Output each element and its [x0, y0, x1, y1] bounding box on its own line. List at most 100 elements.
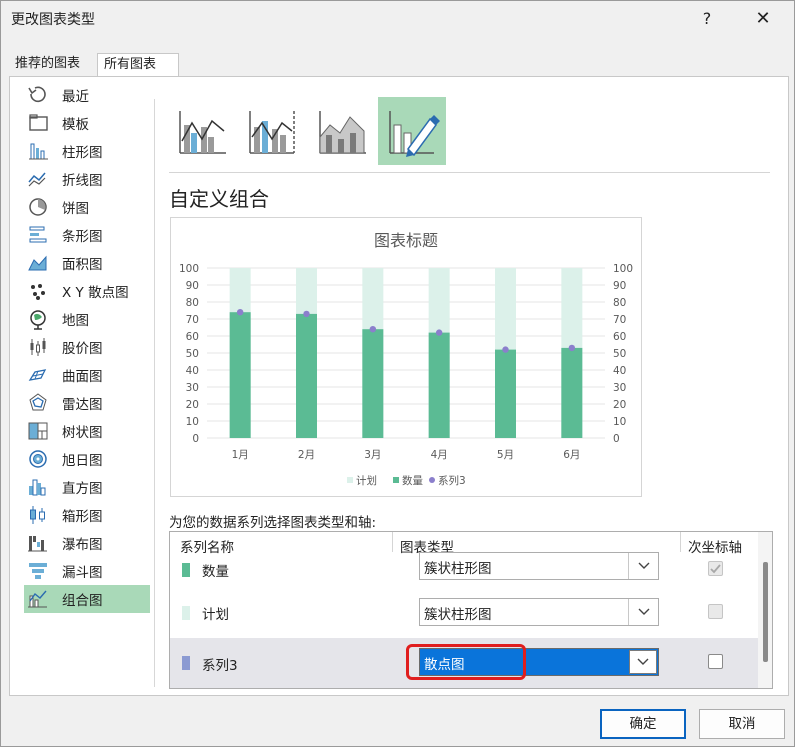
sidebar-item-column-chart[interactable]: 柱形图: [24, 137, 150, 165]
sidebar-item-radar-chart[interactable]: 雷达图: [24, 389, 150, 417]
sidebar-item-label: 模板: [62, 117, 89, 133]
y-tick-label: 70: [186, 314, 199, 326]
sidebar-item-recent[interactable]: 最近: [24, 81, 150, 109]
chart-type-dropdown[interactable]: 簇状柱形图: [419, 552, 659, 580]
sidebar-item-map-chart[interactable]: 地图: [24, 305, 150, 333]
column-chart-icon: [26, 140, 50, 162]
x-tick-label: 5月: [497, 449, 514, 461]
dialog-title: 更改图表类型: [11, 12, 95, 28]
chart-title: 图表标题: [374, 231, 438, 250]
sidebar-item-label: 树状图: [62, 425, 103, 441]
sidebar-item-treemap-chart[interactable]: 树状图: [24, 417, 150, 445]
bar-chart-icon: [26, 224, 50, 246]
secondary-y-tick-label: 0: [613, 433, 620, 445]
change-chart-type-dialog: 更改图表类型 ? ✕ 推荐的图表 所有图表 最近模板柱形图折线图饼图 条形图 面积图…: [0, 0, 795, 747]
x-tick-label: 6月: [563, 449, 580, 461]
dropdown-button[interactable]: [628, 553, 658, 579]
legend-marker: [429, 477, 435, 483]
section-rule: [169, 172, 770, 173]
bar-quantity: [362, 329, 384, 438]
sidebar-item-bar-chart[interactable]: 条形图: [24, 221, 150, 249]
y-tick-label: 80: [186, 297, 199, 309]
sidebar-item-box-whisker-chart[interactable]: 箱形图: [24, 501, 150, 529]
stacked-area-clustered-column-icon: [319, 111, 366, 154]
box-whisker-chart-icon: [26, 504, 50, 526]
chart-type-dropdown[interactable]: 簇状柱形图: [419, 598, 659, 626]
y-tick-label: 60: [186, 331, 199, 343]
subtype-clustered-column-line-secondary-axis[interactable]: [238, 97, 306, 165]
sidebar-item-sunburst-chart[interactable]: 旭日图: [24, 445, 150, 473]
y-tick-label: 20: [186, 399, 199, 411]
dropdown-button[interactable]: [628, 599, 658, 625]
scrollbar-thumb[interactable]: [763, 562, 768, 662]
y-tick-label: 10: [186, 416, 199, 428]
secondary-axis-checkbox[interactable]: [708, 561, 723, 576]
sidebar-item-label: 漏斗图: [62, 565, 103, 581]
secondary-y-tick-label: 10: [613, 416, 626, 428]
sidebar-item-scatter-chart[interactable]: X Y 散点图: [24, 277, 150, 305]
sidebar-item-label: 雷达图: [62, 397, 103, 413]
secondary-axis-checkbox[interactable]: [708, 604, 723, 619]
chart-type-value: 簇状柱形图: [424, 561, 492, 577]
secondary-y-tick-label: 50: [613, 348, 626, 360]
secondary-y-tick-label: 30: [613, 382, 626, 394]
close-button[interactable]: ✕: [747, 6, 779, 32]
sidebar-item-pie-chart[interactable]: 饼图: [24, 193, 150, 221]
ok-button[interactable]: 确定: [600, 709, 686, 739]
legend-swatch: [347, 477, 353, 483]
series-table-scrollbar[interactable]: [758, 532, 772, 688]
chevron-down-icon: [637, 658, 649, 665]
scatter-point-series3: [502, 346, 509, 353]
sidebar-item-line-chart[interactable]: 折线图: [24, 165, 150, 193]
dropdown-button[interactable]: [629, 650, 657, 674]
secondary-y-tick-label: 20: [613, 399, 626, 411]
checkmark-icon: [710, 564, 721, 574]
legend-label: 系列3: [438, 474, 466, 487]
y-tick-label: 90: [186, 280, 199, 292]
chevron-down-icon: [638, 562, 649, 569]
series-color-swatch: [182, 606, 190, 620]
scatter-point-series3: [435, 329, 443, 336]
sidebar-item-funnel-chart[interactable]: 漏斗图: [24, 557, 150, 585]
series-name: 系列3: [202, 658, 238, 674]
sidebar-item-histogram-chart[interactable]: 直方图: [24, 473, 150, 501]
y-tick-label: 0: [192, 433, 199, 445]
chart-type-value: 簇状柱形图: [424, 607, 492, 623]
sidebar-item-combo-chart[interactable]: 组合图: [24, 585, 150, 613]
sidebar-item-label: 股价图: [62, 341, 103, 357]
secondary-axis-checkbox[interactable]: [708, 654, 723, 669]
series-color-swatch: [182, 656, 190, 670]
subtype-clustered-column-line[interactable]: [168, 97, 236, 165]
secondary-y-tick-label: 70: [613, 314, 626, 326]
cancel-button[interactable]: 取消: [699, 709, 785, 739]
subtype-custom-combination[interactable]: [378, 97, 446, 165]
secondary-y-tick-label: 90: [613, 280, 626, 292]
subtype-stacked-area-clustered-column[interactable]: [308, 97, 376, 165]
bar-quantity: [495, 349, 516, 438]
secondary-y-tick-label: 100: [613, 263, 633, 275]
y-tick-label: 50: [186, 348, 199, 360]
tab-recommended-charts[interactable]: 推荐的图表: [9, 53, 97, 77]
sidebar-item-label: 直方图: [62, 481, 103, 497]
radar-chart-icon: [26, 392, 50, 414]
sidebar-item-label: 最近: [62, 89, 89, 105]
sidebar-item-label: X Y 散点图: [62, 285, 129, 301]
clustered-column-line-secondary-axis-icon: [249, 111, 295, 154]
tab-all-charts[interactable]: 所有图表: [97, 53, 179, 77]
sidebar-item-label: 柱形图: [62, 145, 103, 161]
series-row: 计划 簇状柱形图: [170, 588, 758, 638]
sidebar-item-surface-chart[interactable]: 曲面图: [24, 361, 150, 389]
sidebar-item-folder[interactable]: 模板: [24, 109, 150, 137]
sidebar-item-area-chart[interactable]: 面积图: [24, 249, 150, 277]
sidebar-item-waterfall-chart[interactable]: 瀑布图: [24, 529, 150, 557]
sidebar-item-label: 折线图: [62, 173, 103, 189]
clustered-column-line-icon: [179, 111, 226, 154]
stock-chart-icon: [26, 336, 50, 358]
sidebar-item-stock-chart[interactable]: 股价图: [24, 333, 150, 361]
all-charts-panel: 最近模板柱形图折线图饼图 条形图 面积图 X Y 散点图地图股价图曲面图雷达图树状图旭…: [9, 76, 789, 696]
secondary-y-tick-label: 40: [613, 365, 626, 377]
histogram-chart-icon: [26, 476, 50, 498]
chart-preview: 图表标题 0 0 10 10 20 20 30 30 40 40 50 50 60 60 70 70 80 80 90…: [170, 217, 642, 497]
help-button[interactable]: ?: [691, 6, 723, 32]
legend-label: 数量: [402, 474, 423, 487]
